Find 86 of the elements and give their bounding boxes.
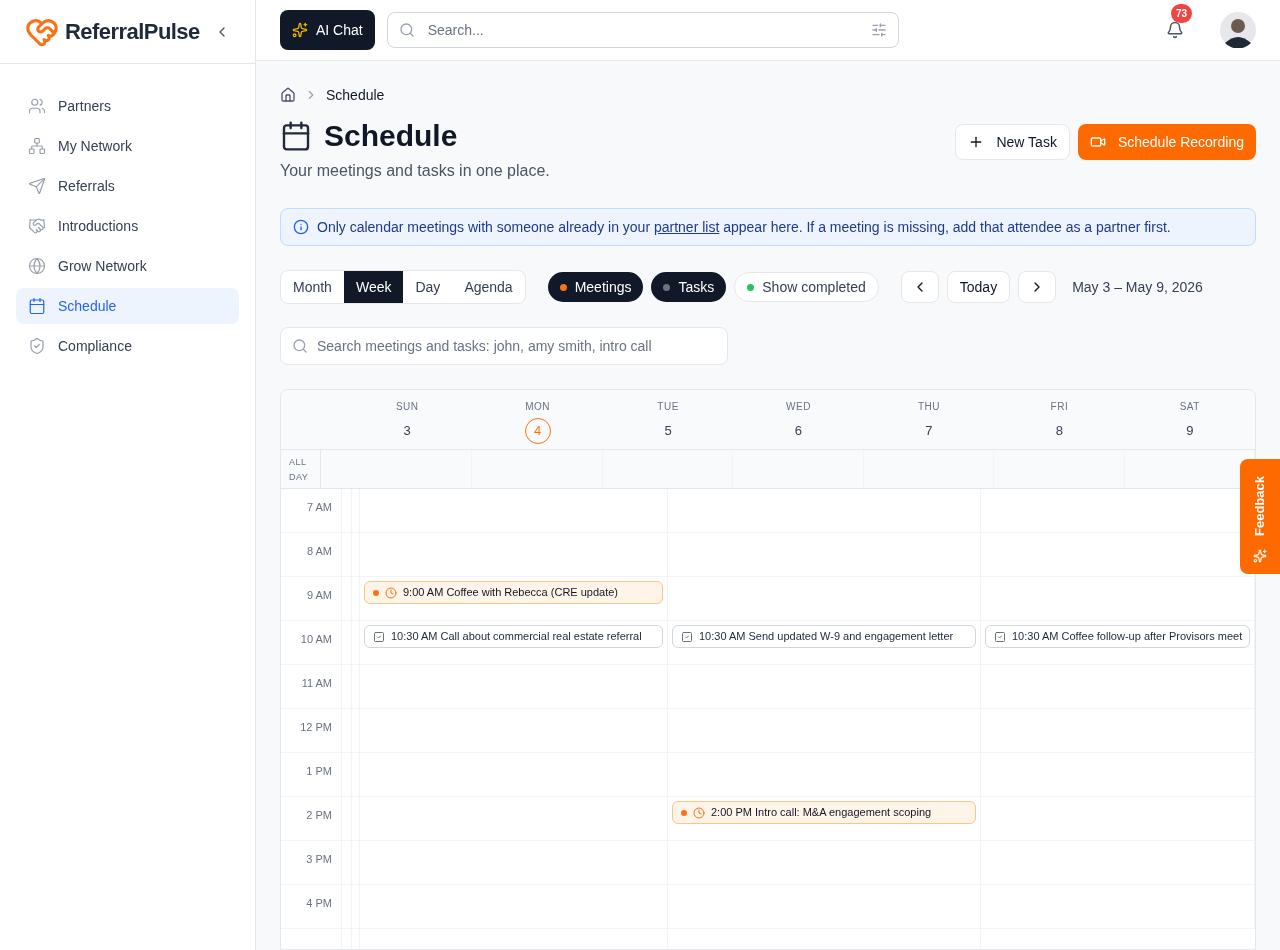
view-tab[interactable]: Month <box>281 271 344 303</box>
weekday-label: WED <box>786 400 811 414</box>
search-field[interactable]: Search... <box>386 12 899 48</box>
filter-icon[interactable] <box>870 22 887 38</box>
meeting-event[interactable]: 2:00 PM Intro call: M&A engagement scoping <box>672 801 976 824</box>
video-icon <box>1089 134 1106 150</box>
hour-label: 11 AM <box>281 665 342 708</box>
globe-icon <box>28 257 46 275</box>
checkbox-icon <box>994 630 1006 643</box>
day-number[interactable]: 8 <box>1046 418 1073 444</box>
day-number[interactable]: 6 <box>785 418 812 444</box>
task-event[interactable]: 10:30 AM Call about commercial real estate referral <box>364 625 663 648</box>
weekday-label: FRI <box>1050 400 1069 414</box>
hour-label: 8 AM <box>281 533 342 576</box>
view-tab[interactable]: Agenda <box>452 271 525 303</box>
filter-chip[interactable]: Show completed <box>734 272 879 302</box>
search-icon <box>398 22 415 38</box>
network-icon <box>28 137 46 155</box>
day-number[interactable]: 5 <box>655 418 682 444</box>
weekday-label: MON <box>525 400 551 414</box>
event-title: 9:00 AM Coffee with Rebecca (CRE update) <box>403 585 619 601</box>
brand-name: ReferralPulse <box>65 18 200 46</box>
shield-icon <box>28 337 46 355</box>
event-title: 2:00 PM Intro call: M&A engagement scoping <box>711 805 932 821</box>
new-task-button[interactable]: New Task <box>955 124 1070 160</box>
weekday-label: THU <box>917 400 940 414</box>
sidebar-item[interactable]: Grow Network <box>16 248 239 284</box>
view-tab[interactable]: Day <box>403 271 453 303</box>
hour-label: 7 AM <box>281 489 342 532</box>
sidebar-item[interactable]: Referrals <box>16 168 239 204</box>
event-title: 10:30 AM Send updated W-9 and engagement letter <box>699 629 954 645</box>
sparkles-icon <box>292 22 308 38</box>
page-title: Schedule <box>324 118 458 154</box>
sidebar-item[interactable]: Introductions <box>16 208 239 244</box>
handshake-icon <box>28 217 46 235</box>
notification-count: 73 <box>1171 4 1193 23</box>
day-number[interactable]: 7 <box>915 418 942 444</box>
info-text: Only calendar meetings with someone already in your partner list appear here. If a meeting is missing, add that attendee as a partner first. <box>317 217 1171 237</box>
home-icon[interactable] <box>280 87 296 103</box>
checkbox-icon <box>373 630 385 643</box>
next-button[interactable] <box>1018 271 1057 303</box>
hour-label: 3 PM <box>281 841 342 884</box>
meeting-event[interactable]: 9:00 AM Coffee with Rebecca (CRE update) <box>364 581 663 604</box>
sidebar-item[interactable]: Partners <box>16 88 239 124</box>
task-event[interactable]: 10:30 AM Send updated W-9 and engagement letter <box>672 625 976 648</box>
hour-label: 12 PM <box>281 709 342 752</box>
ai-chat-button[interactable]: AI Chat <box>280 10 375 50</box>
previous-button[interactable] <box>900 271 939 303</box>
weekday-label: TUE <box>657 400 679 414</box>
weekday-label: SAT <box>1179 400 1200 414</box>
checkbox-icon <box>681 630 693 643</box>
hour-label: 4 PM <box>281 885 342 928</box>
info-icon <box>293 219 309 235</box>
today-button[interactable]: Today <box>946 271 1011 303</box>
avatar[interactable] <box>1220 12 1256 48</box>
day-number[interactable]: 3 <box>394 418 421 444</box>
event-title: 10:30 AM Coffee follow-up after Provisors meet <box>1012 629 1243 645</box>
hour-label: 9 AM <box>281 577 342 620</box>
hour-label: 10 AM <box>281 621 342 664</box>
sidebar-item[interactable]: Schedule <box>16 288 239 324</box>
hour-label: 2 PM <box>281 797 342 840</box>
date-range: May 3 – May 9, 2026 <box>1072 277 1203 297</box>
search-icon <box>292 338 308 354</box>
clock-icon <box>693 806 705 819</box>
sidebar-item[interactable]: My Network <box>16 128 239 164</box>
partner-list-link[interactable]: partner list <box>653 218 720 235</box>
calendar-search-field[interactable]: Search meetings and tasks: john, amy smith, intro call <box>280 327 728 365</box>
sidebar-item[interactable]: Compliance <box>16 328 239 364</box>
breadcrumb-item: Schedule <box>326 85 385 105</box>
day-number[interactable]: 9 <box>1176 418 1203 444</box>
calendar-icon <box>280 119 312 152</box>
all-day-label: ALL DAY <box>281 450 321 488</box>
filter-chip[interactable]: Meetings <box>547 272 644 302</box>
view-tab[interactable]: Week <box>343 271 404 303</box>
page-subtitle: Your meetings and tasks in one place. <box>280 161 550 181</box>
filter-chip[interactable]: Tasks <box>651 272 727 302</box>
send-icon <box>28 177 46 195</box>
users-icon <box>28 97 46 115</box>
event-title: 10:30 AM Call about commercial real estate referral <box>391 629 642 645</box>
task-event[interactable]: 10:30 AM Coffee follow-up after Provisors meet <box>985 625 1250 648</box>
weekday-label: SUN <box>395 400 419 414</box>
clock-icon <box>385 586 397 599</box>
notification-bell-icon[interactable] <box>1166 21 1184 39</box>
sparkles-icon <box>1253 548 1267 563</box>
hour-label: 1 PM <box>281 753 342 796</box>
calendar-icon <box>28 297 46 315</box>
